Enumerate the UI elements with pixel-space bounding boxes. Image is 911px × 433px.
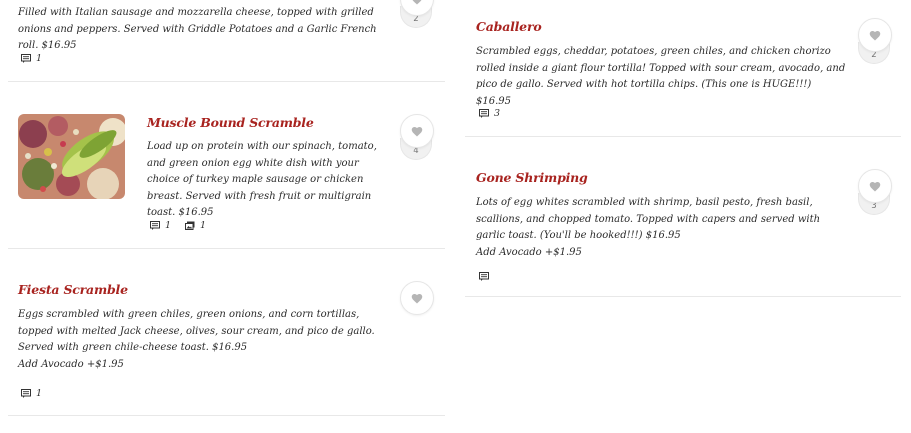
divider [465, 296, 901, 297]
heart-icon [412, 0, 422, 4]
like-widget[interactable]: 4 [400, 114, 434, 160]
item-description: Filled with Italian sausage and mozzarel… [18, 7, 377, 51]
item-title[interactable]: Caballero [476, 19, 542, 34]
item-title[interactable]: Gone Shrimping [476, 170, 588, 185]
item-meta: 1 [21, 388, 42, 399]
photo-count[interactable]: 1 [185, 220, 206, 231]
divider [465, 136, 901, 137]
comment-icon [21, 54, 31, 63]
heart-icon [411, 126, 423, 136]
food-photo-image [18, 114, 125, 199]
like-widget[interactable]: 2 [858, 18, 892, 64]
heart-icon [411, 293, 423, 303]
heart-icon [869, 181, 881, 191]
comment-icon [21, 389, 31, 398]
muscle-scramble-photo[interactable] [18, 114, 125, 199]
comment-icon [479, 109, 489, 118]
comment-count[interactable]: 1 [21, 388, 42, 399]
like-button[interactable] [858, 169, 892, 203]
like-button[interactable] [858, 18, 892, 52]
comment-count[interactable] [479, 272, 489, 281]
like-widget[interactable]: 3 [858, 169, 892, 215]
divider [8, 248, 445, 249]
item-title[interactable]: Fiesta Scramble [18, 282, 128, 297]
item-meta: 1 1 [150, 220, 206, 231]
item-meta: 1 [21, 53, 42, 64]
heart-icon [869, 30, 881, 40]
photo-icon [185, 221, 195, 230]
item-meta: 3 [479, 108, 500, 119]
like-button[interactable] [400, 114, 434, 148]
comment-icon [479, 272, 489, 281]
like-widget[interactable]: 2 [400, 0, 434, 28]
like-widget[interactable] [400, 281, 434, 315]
comment-icon [150, 221, 160, 230]
item-meta [479, 272, 489, 281]
divider [8, 81, 445, 82]
comment-count[interactable]: 3 [479, 108, 500, 119]
addon-price: Add Avocado +$1.95 [18, 358, 124, 370]
item-description: Scrambled eggs, cheddar, potatoes, green… [476, 46, 846, 107]
comment-count[interactable]: 1 [21, 53, 42, 64]
like-button[interactable] [400, 281, 434, 315]
divider [8, 415, 445, 416]
addon-price: Add Avocado +$1.95 [476, 246, 582, 258]
comment-count[interactable]: 1 [150, 220, 171, 231]
item-description: Load up on protein with our spinach, tom… [147, 141, 377, 218]
item-description: Lots of egg whites scrambled with shrimp… [476, 195, 826, 261]
item-title[interactable]: Muscle Bound Scramble [147, 115, 314, 130]
item-description: Eggs scrambled with green chiles, green … [18, 307, 390, 373]
